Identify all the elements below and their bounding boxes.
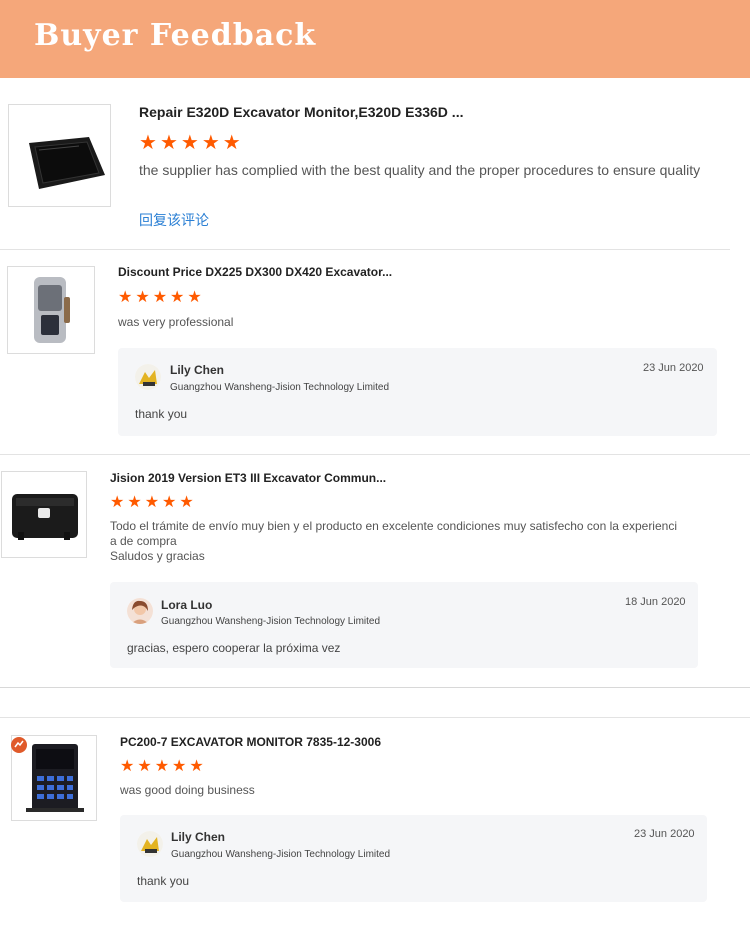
scanner-device-image [34,277,70,343]
seller-reply: Lora Luo Guangzhou Wansheng-Jision Techn… [110,582,698,668]
reply-company: Guangzhou Wansheng-Jision Technology Lim… [171,849,391,860]
star-icon: ★ [201,132,220,154]
avatar [135,364,161,390]
product-thumbnail[interactable] [1,471,87,558]
reply-date: 18 Jun 2020 [625,596,686,608]
reply-author-name: Lora Luo [161,598,213,612]
seller-reply: Lily Chen Guangzhou Wansheng-Jision Tech… [120,815,707,902]
star-icon: ★ [118,289,133,306]
product-title[interactable]: PC200-7 EXCAVATOR MONITOR 7835-12-3006 [120,735,381,749]
star-icon: ★ [139,132,157,154]
reply-message: thank you [137,874,190,888]
product-title[interactable]: Discount Price DX225 DX300 DX420 Excavat… [118,265,392,279]
reply-company: Guangzhou Wansheng-Jision Technology Lim… [170,382,390,393]
page-title: Buyer Feedback [34,18,317,53]
review-text-line: Saludos y gracias [110,549,205,563]
star-rating: ★ ★ ★ ★ ★ [110,495,194,511]
review-text-line: a de compra [110,534,177,548]
star-icon: ★ [179,494,194,511]
star-rating: ★ ★ ★ ★ ★ [120,759,204,775]
avatar [127,598,153,624]
badge-icon [11,737,27,753]
reply-author-name: Lily Chen [170,363,225,377]
star-icon: ★ [127,494,142,511]
reply-date: 23 Jun 2020 [634,828,695,840]
star-icon: ★ [135,289,150,306]
star-icon: ★ [144,494,160,511]
star-icon: ★ [180,132,199,154]
product-thumbnail[interactable] [7,266,95,354]
review-text: was very professional [118,315,234,329]
star-rating: ★ ★ ★ ★ ★ [139,133,241,153]
case-device-image [12,494,78,540]
review-text-line: Todo el trámite de envío muy bien y el p… [110,519,677,533]
seller-reply: Lily Chen Guangzhou Wansheng-Jision Tech… [118,348,717,436]
star-icon: ★ [162,494,177,511]
star-icon: ★ [172,758,187,775]
star-icon: ★ [187,289,202,306]
reply-review-link[interactable]: 回复该评论 [139,210,209,230]
reply-date: 23 Jun 2020 [643,362,704,374]
star-rating: ★ ★ ★ ★ ★ [118,290,202,306]
header-banner: Buyer Feedback [0,0,750,78]
star-icon: ★ [154,758,170,775]
review-text: was good doing business [120,783,255,797]
star-icon: ★ [170,289,185,306]
review-text: Todo el trámite de envío muy bien y el p… [110,519,677,564]
monitor-image [29,137,105,189]
star-icon: ★ [152,289,168,306]
divider [0,454,750,455]
star-icon: ★ [120,758,135,775]
star-icon: ★ [159,132,178,154]
reply-author-name: Lily Chen [171,830,226,844]
reply-message: gracias, espero cooperar la próxima vez [127,641,341,655]
reply-company: Guangzhou Wansheng-Jision Technology Lim… [161,616,381,627]
star-icon: ★ [137,758,152,775]
divider [0,717,750,718]
reply-message: thank you [135,407,188,421]
product-title[interactable]: Repair E320D Excavator Monitor,E320D E33… [139,104,463,120]
divider [0,687,750,688]
star-icon: ★ [189,758,204,775]
product-thumbnail[interactable] [8,104,111,207]
avatar [137,831,163,857]
review-text: the supplier has complied with the best … [139,162,701,178]
product-title[interactable]: Jision 2019 Version ET3 III Excavator Co… [110,471,386,485]
star-icon: ★ [222,132,241,154]
star-icon: ★ [110,494,125,511]
divider [0,249,730,250]
